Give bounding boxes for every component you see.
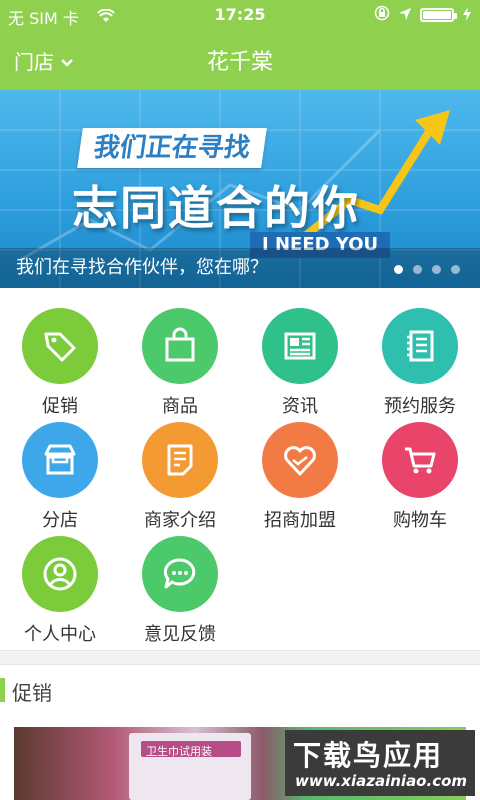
battery-icon	[420, 8, 457, 22]
status-bar: 无 SIM 卡 17:25	[0, 0, 480, 30]
section-header-promotion: 促销	[0, 664, 480, 716]
menu-item-label: 招商加盟	[264, 510, 336, 531]
charging-icon	[462, 6, 472, 25]
promo-banner[interactable]: 我们正在寻找 志同道合的你 I NEED YOU 我们在寻找合作伙伴，您在哪？	[0, 90, 480, 288]
menu-item-label: 意见反馈	[144, 624, 216, 645]
menu-item-franchise[interactable]: 招商加盟	[240, 422, 360, 532]
document-icon	[142, 422, 218, 498]
menu-item-label: 个人中心	[24, 624, 96, 645]
menu-item-products[interactable]: 商品	[120, 308, 240, 418]
menu-item-booking[interactable]: 预约服务	[360, 308, 480, 418]
menu-item-label: 预约服务	[384, 396, 456, 417]
carousel-dot[interactable]	[451, 265, 460, 274]
carousel-dot[interactable]	[432, 265, 441, 274]
banner-headline: 志同道合的你	[72, 181, 360, 235]
top-nav-bar: 门店 花千棠	[0, 30, 480, 90]
page-title: 花千棠	[206, 50, 273, 75]
menu-item-label: 商家介绍	[144, 510, 216, 531]
carousel-dot[interactable]	[394, 265, 403, 274]
location-arrow-icon	[398, 6, 412, 25]
watermark-title: 下载鸟应用	[293, 739, 444, 772]
notebook-icon	[382, 308, 458, 384]
menu-item-label: 购物车	[393, 510, 447, 531]
menu-item-label: 分店	[42, 510, 78, 531]
watermark-url: www.xiazainiao.com	[295, 772, 468, 790]
section-accent-bar	[0, 678, 5, 702]
newspaper-icon	[262, 308, 338, 384]
chat-bubble-icon	[142, 536, 218, 612]
carousel-dots	[394, 265, 460, 274]
watermark-logo: 下载鸟应用 www.xiazainiao.com	[285, 730, 475, 796]
menu-item-label: 商品	[162, 396, 198, 417]
banner-tag-top: 我们正在寻找	[77, 128, 267, 168]
cart-icon	[382, 422, 458, 498]
lock-rotation-icon	[374, 5, 390, 25]
menu-item-profile[interactable]: 个人中心	[0, 536, 120, 646]
menu-item-news[interactable]: 资讯	[240, 308, 360, 418]
menu-item-feedback[interactable]: 意见反馈	[120, 536, 240, 646]
menu-item-branches[interactable]: 分店	[0, 422, 120, 532]
menu-item-promotion[interactable]: 促销	[0, 308, 120, 418]
shopping-bag-icon	[142, 308, 218, 384]
product-package-text: 卫生巾试用装	[146, 745, 212, 758]
status-right	[374, 5, 472, 25]
section-title: 促销	[12, 681, 52, 705]
menu-item-label: 促销	[42, 396, 78, 417]
carousel-dot[interactable]	[413, 265, 422, 274]
menu-item-cart[interactable]: 购物车	[360, 422, 480, 532]
menu-item-merchant-intro[interactable]: 商家介绍	[120, 422, 240, 532]
heart-handshake-icon	[262, 422, 338, 498]
feature-grid: 促销 商品 资讯 预约服务 分店 商家介绍 招商加盟 购物车 个人中心 意见反馈	[0, 288, 480, 651]
tag-icon	[22, 308, 98, 384]
menu-item-label: 资讯	[282, 396, 318, 417]
storefront-icon	[22, 422, 98, 498]
user-icon	[22, 536, 98, 612]
